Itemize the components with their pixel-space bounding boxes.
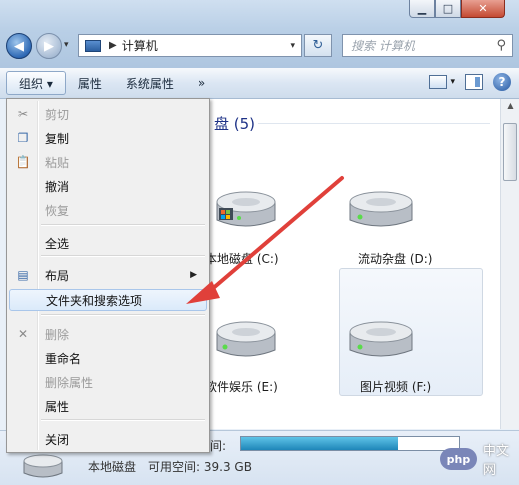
scissors-icon: ✂ — [17, 107, 29, 121]
title-bar: ▁ □ ✕ ◀ ▶ ▾ ▶ 计算机 ▾ ↻ 搜索 计算机 ⚲ — [0, 0, 519, 68]
group-divider — [258, 123, 490, 124]
maximize-button[interactable]: □ — [435, 0, 461, 18]
system-properties-button[interactable]: 系统属性 — [114, 75, 186, 92]
forward-button[interactable]: ▶ — [36, 33, 62, 59]
menu-item-label: 剪切 — [45, 107, 70, 122]
drive-f-label: 图片视频 (F:) — [360, 380, 432, 394]
menu-item-label: 关闭 — [45, 432, 70, 447]
menu-item[interactable]: ❐ 复制 — [9, 127, 207, 149]
free-space-label: 可用空间: 39.3 GB — [148, 460, 252, 474]
menu-item[interactable]: 属性 — [9, 395, 207, 417]
submenu-arrow-icon: ▶ — [190, 270, 197, 280]
menu-item-label: 复制 — [45, 131, 70, 146]
menu-item-label: 删除属性 — [45, 375, 94, 390]
menu-separator — [41, 419, 205, 421]
menu-item[interactable]: 恢复 — [9, 199, 207, 221]
search-input[interactable]: 搜索 计算机 ⚲ — [342, 34, 513, 57]
menu-separator — [41, 314, 205, 316]
watermark-text: 中文网 — [482, 444, 509, 478]
delete-icon: ✕ — [17, 327, 29, 341]
menu-item[interactable]: 关闭 — [9, 428, 207, 450]
selected-drive-name: 本地磁盘 — [88, 460, 137, 474]
menu-item-label: 属性 — [45, 399, 70, 414]
address-dropdown-icon[interactable]: ▾ — [290, 41, 295, 51]
paste-icon: 📋 — [15, 155, 31, 169]
hard-drive-icon[interactable] — [340, 180, 420, 240]
menu-item[interactable]: 删除属性 — [9, 371, 207, 393]
search-icon[interactable]: ⚲ — [496, 38, 506, 53]
watermark: php 中文网 — [440, 440, 519, 478]
change-view-button[interactable]: ▾ — [429, 75, 455, 89]
refresh-icon: ↻ — [312, 38, 324, 53]
help-icon[interactable]: ? — [493, 73, 511, 91]
hard-drive-icon[interactable] — [205, 180, 285, 240]
more-commands-button[interactable]: » — [186, 76, 217, 90]
drive-d-label: 流动杂盘 (D:) — [358, 252, 433, 266]
scrollbar-thumb[interactable] — [503, 123, 517, 181]
copy-icon: ❐ — [17, 131, 29, 145]
menu-item-label: 删除 — [45, 327, 70, 342]
drive-e-label: 软件娱乐 (E:) — [205, 380, 278, 394]
menu-item-label: 重命名 — [45, 351, 82, 366]
vertical-scrollbar[interactable]: ▲ — [500, 99, 519, 429]
breadcrumb-separator-icon[interactable]: ▶ — [109, 40, 117, 51]
menu-item[interactable]: 📋 粘贴 — [9, 151, 207, 173]
arrow-right-icon: ▶ — [44, 38, 54, 54]
menu-separator — [41, 224, 205, 226]
menu-item-label: 恢复 — [45, 203, 70, 218]
menu-item-label: 文件夹和搜索选项 — [46, 293, 143, 308]
chevron-down-icon: ▾ — [450, 77, 455, 87]
window-controls: ▁ □ ✕ — [409, 0, 505, 18]
menu-item[interactable]: ✕ 删除 — [9, 323, 207, 345]
organize-menu: ✂ 剪切 ❐ 复制 📋 粘贴撤消恢复全选 ▤ 布局 ▶ 文件夹和搜索选项 ✕ 删除重命名删除属性属性关… — [6, 98, 210, 453]
refresh-button[interactable]: ↻ — [304, 34, 332, 57]
search-placeholder: 搜索 计算机 — [351, 39, 415, 53]
view-icon — [429, 75, 448, 89]
menu-item-label: 全选 — [45, 236, 70, 251]
hard-drive-icon[interactable] — [340, 310, 420, 370]
scroll-up-icon[interactable]: ▲ — [501, 101, 519, 110]
group-header[interactable]: 盘 (5) — [214, 113, 255, 134]
command-bar: 组织 ▾ 属性 系统属性 » ▾ ? — [0, 68, 519, 99]
hard-drive-icon — [23, 454, 63, 478]
menu-item[interactable]: ▤ 布局 ▶ — [9, 264, 207, 286]
back-button[interactable]: ◀ — [6, 33, 32, 59]
menu-item[interactable]: 全选 — [9, 232, 207, 254]
breadcrumb-computer[interactable]: 计算机 — [122, 37, 158, 54]
watermark-badge: php — [440, 448, 477, 470]
menu-item-label: 粘贴 — [45, 155, 70, 170]
space-used-fill — [241, 437, 398, 450]
recent-pages-dropdown[interactable]: ▾ — [64, 40, 69, 50]
menu-item[interactable]: ✂ 剪切 — [9, 103, 207, 125]
organize-button[interactable]: 组织 ▾ — [6, 71, 66, 95]
space-used-bar — [240, 436, 460, 451]
hard-drive-icon[interactable] — [205, 310, 285, 370]
menu-item-label: 布局 — [45, 268, 70, 283]
drive-c-label: 本地磁盘 (C:) — [205, 252, 279, 266]
menu-item[interactable]: 重命名 — [9, 347, 207, 369]
total-space-label: 间: — [210, 439, 227, 453]
menu-item[interactable]: 撤消 — [9, 175, 207, 197]
minimize-button[interactable]: ▁ — [409, 0, 435, 18]
properties-button[interactable]: 属性 — [66, 75, 114, 92]
computer-icon — [85, 39, 101, 52]
menu-separator — [41, 255, 205, 257]
layout-icon: ▤ — [17, 268, 29, 282]
arrow-left-icon: ◀ — [14, 38, 24, 54]
preview-pane-icon[interactable] — [465, 74, 483, 90]
menu-item[interactable]: 文件夹和搜索选项 — [9, 289, 207, 311]
address-bar[interactable]: ▶ 计算机 ▾ — [78, 34, 302, 57]
menu-item-label: 撤消 — [45, 179, 70, 194]
close-button[interactable]: ✕ — [461, 0, 505, 18]
